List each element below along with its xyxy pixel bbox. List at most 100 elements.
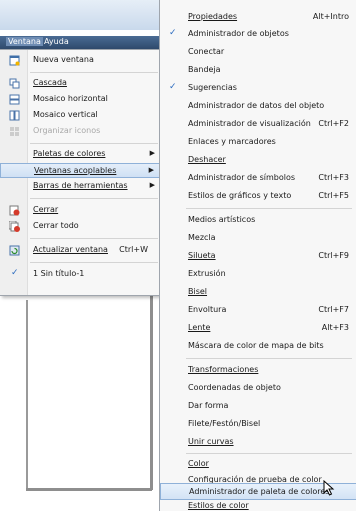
menu-label: Estilos de gráficos y texto: [188, 191, 292, 200]
window-frame-left: [26, 300, 28, 490]
mouse-cursor-icon: [323, 480, 335, 496]
close-doc-icon: [9, 205, 20, 216]
window-titlebar-fragment: [0, 0, 160, 30]
menu-label: Administrador de objetos: [188, 29, 289, 38]
menu-item-nueva-ventana[interactable]: Nueva ventana: [0, 53, 162, 68]
menu-shortcut: Alt+Intro: [312, 12, 349, 21]
menu-label: Mosaico vertical: [33, 110, 98, 119]
separator: [30, 143, 158, 144]
menu-label: Ventanas acoplables: [34, 166, 117, 175]
window-frame-right: [150, 290, 153, 490]
menu-item-paletas-de-colores[interactable]: Paletas de colores ▶: [0, 147, 162, 162]
menu-shortcut: Ctrl+F3: [318, 173, 349, 182]
separator: [30, 72, 158, 73]
submenu-item-silueta[interactable]: Silueta Ctrl+F9: [160, 248, 356, 265]
tile-horizontal-icon: [9, 94, 20, 105]
submenu-item-lente[interactable]: Lente Alt+F3: [160, 320, 356, 337]
separator: [30, 262, 158, 263]
menu-label: 1 Sin título-1: [33, 269, 85, 278]
menu-label: Barras de herramientas: [33, 181, 128, 190]
ventanas-acoplables-submenu: Propiedades Alt+Intro ✓ Administrador de…: [159, 0, 356, 511]
submenu-item-transformaciones[interactable]: Transformaciones: [160, 362, 356, 379]
menu-shortcut: Ctrl+W: [119, 245, 148, 254]
menu-ayuda[interactable]: Ayuda: [44, 37, 69, 46]
submenu-item-conectar[interactable]: Conectar: [160, 44, 356, 61]
submenu-item-administrador-de-simbolos[interactable]: Administrador de símbolos Ctrl+F3: [160, 170, 356, 187]
menu-item-ventanas-acoplables[interactable]: Ventanas acoplables ▶: [0, 163, 162, 178]
menu-label: Administrador de datos del objeto: [188, 101, 325, 110]
menu-item-cerrar[interactable]: Cerrar: [0, 203, 162, 218]
submenu-item-coordenadas-de-objeto[interactable]: Coordenadas de objeto: [160, 380, 356, 397]
menu-label: Estilos de color: [188, 501, 249, 510]
separator: [30, 238, 158, 239]
menu-label: Dar forma: [188, 401, 229, 410]
menu-item-organizar-iconos: Organizar iconos: [0, 124, 162, 139]
menu-shortcut: Ctrl+F2: [318, 119, 349, 128]
menu-label: Extrusión: [188, 269, 226, 278]
submenu-item-administrador-de-datos[interactable]: Administrador de datos del objeto: [160, 98, 356, 115]
submenu-item-mezcla[interactable]: Mezcla: [160, 230, 356, 247]
submenu-item-estilos-de-graficos[interactable]: Estilos de gráficos y texto Ctrl+F5: [160, 188, 356, 205]
menu-label: Color: [188, 459, 209, 468]
menu-label: Mezcla: [188, 233, 216, 242]
menu-label: Conectar: [188, 47, 225, 56]
menu-item-cascada[interactable]: Cascada: [0, 76, 162, 91]
menu-label: Nueva ventana: [33, 55, 94, 64]
submenu-item-envoltura[interactable]: Envoltura Ctrl+F7: [160, 302, 356, 319]
menu-label: Silueta: [188, 251, 216, 260]
submenu-item-dar-forma[interactable]: Dar forma: [160, 398, 356, 415]
menu-label: Filete/Festón/Bisel: [188, 419, 261, 428]
menu-label: Coordenadas de objeto: [188, 383, 281, 392]
submenu-item-bandeja[interactable]: Bandeja: [160, 62, 356, 79]
menu-label: Organizar iconos: [33, 126, 101, 135]
menu-item-mosaico-vertical[interactable]: Mosaico vertical: [0, 108, 162, 123]
submenu-item-extrusion[interactable]: Extrusión: [160, 266, 356, 283]
check-icon: ✓: [11, 268, 19, 278]
submenu-item-unir-curvas[interactable]: Unir curvas: [160, 434, 356, 451]
close-all-icon: [9, 221, 20, 232]
submenu-item-color[interactable]: Color: [160, 456, 356, 473]
menu-ventana[interactable]: Ventana: [6, 37, 43, 46]
menu-shortcut: Alt+F3: [321, 323, 349, 332]
menu-label: Administrador de visualización: [188, 119, 311, 128]
new-window-icon: [9, 55, 20, 66]
submenu-item-estilos-de-color[interactable]: Estilos de color: [160, 498, 356, 515]
menu-item-barras-de-herramientas[interactable]: Barras de herramientas ▶: [0, 179, 162, 194]
submenu-arrow-icon: ▶: [148, 166, 154, 174]
menu-item-sin-titulo-1[interactable]: ✓ 1 Sin título-1: [0, 267, 162, 282]
menu-label: Deshacer: [188, 155, 226, 164]
submenu-item-filete-feston-bisel[interactable]: Filete/Festón/Bisel: [160, 416, 356, 433]
menu-label: Mosaico horizontal: [33, 94, 108, 103]
arrange-icons-icon: [10, 127, 19, 136]
submenu-item-administrador-de-visualizacion[interactable]: Administrador de visualización Ctrl+F2: [160, 116, 356, 133]
menu-label: Propiedades: [188, 12, 238, 21]
menu-shortcut: Ctrl+F5: [318, 191, 349, 200]
menu-label: Administrador de paleta de colores: [189, 487, 330, 496]
menu-item-mosaico-horizontal[interactable]: Mosaico horizontal: [0, 92, 162, 107]
submenu-item-enlaces-y-marcadores[interactable]: Enlaces y marcadores: [160, 134, 356, 151]
ventana-dropdown-menu: Nueva ventana Cascada Mosaico horizontal…: [0, 49, 164, 296]
submenu-item-medios-artisticos[interactable]: Medios artísticos: [160, 212, 356, 229]
menu-label: Bandeja: [188, 65, 221, 74]
menu-label: Cerrar: [33, 205, 59, 214]
submenu-arrow-icon: ▶: [149, 149, 155, 157]
menu-label: Lente: [188, 323, 211, 332]
separator: [186, 453, 352, 454]
submenu-item-mascara-de-color[interactable]: Máscara de color de mapa de bits: [160, 338, 356, 355]
menu-item-cerrar-todo[interactable]: Cerrar todo: [0, 219, 162, 234]
menu-label: Cerrar todo: [33, 221, 79, 230]
submenu-item-administrador-de-objetos[interactable]: ✓ Administrador de objetos: [160, 26, 356, 43]
separator: [186, 208, 352, 209]
refresh-window-icon: [9, 245, 20, 256]
menu-label: Enlaces y marcadores: [188, 137, 276, 146]
check-icon: ✓: [169, 28, 177, 38]
submenu-item-sugerencias[interactable]: ✓ Sugerencias: [160, 80, 356, 97]
menu-shortcut: Ctrl+F7: [318, 305, 349, 314]
menu-label: Medios artísticos: [188, 215, 256, 224]
submenu-item-deshacer[interactable]: Deshacer: [160, 152, 356, 169]
menu-label: Bisel: [188, 287, 208, 296]
cascade-icon: [9, 78, 20, 89]
submenu-item-propiedades[interactable]: Propiedades Alt+Intro: [160, 9, 356, 26]
menu-item-actualizar-ventana[interactable]: Actualizar ventana Ctrl+W: [0, 243, 162, 258]
submenu-item-bisel[interactable]: Bisel: [160, 284, 356, 301]
